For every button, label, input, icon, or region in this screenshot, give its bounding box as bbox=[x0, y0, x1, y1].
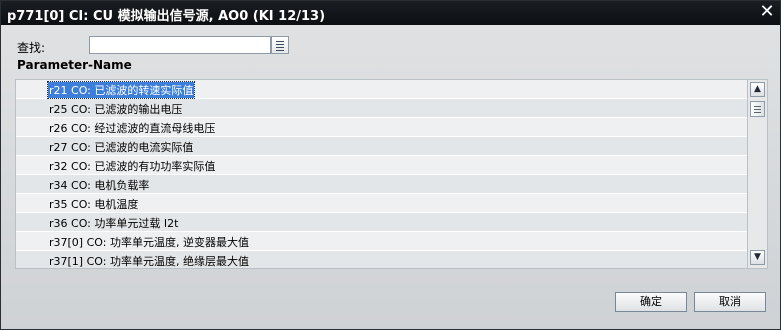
chevron-down-icon[interactable]: ▼ bbox=[750, 250, 765, 265]
list-item-label: r27 CO: 已滤波的电流实际值 bbox=[49, 141, 194, 154]
column-header-parameter-name: Parameter-Name bbox=[17, 58, 132, 72]
vertical-scrollbar[interactable]: ▲ ▼ bbox=[747, 80, 767, 268]
title-bar[interactable]: p771[0] CI: CU 模拟输出信号源, AO0 (KI 12/13) ✕ bbox=[1, 1, 780, 25]
list-item[interactable]: r32 CO: 已滤波的有功功率实际值 bbox=[16, 156, 747, 175]
list-item-label: r37[1] CO: 功率单元温度, 绝缘层最大值 bbox=[49, 255, 249, 268]
list-item-label: r34 CO: 电机负载率 bbox=[49, 179, 150, 192]
list-item-label: r21 CO: 已滤波的转速实际值 bbox=[46, 81, 196, 99]
cancel-button[interactable]: 取消 bbox=[694, 292, 766, 312]
parameter-select-dialog: p771[0] CI: CU 模拟输出信号源, AO0 (KI 12/13) ✕… bbox=[0, 0, 781, 330]
list-icon[interactable] bbox=[271, 36, 289, 54]
list-item[interactable]: r34 CO: 电机负载率 bbox=[16, 175, 747, 194]
list-item[interactable]: r26 CO: 经过滤波的直流母线电压 bbox=[16, 118, 747, 137]
list-item[interactable]: r25 CO: 已滤波的输出电压 bbox=[16, 99, 747, 118]
close-icon[interactable]: ✕ bbox=[758, 2, 776, 22]
list-item-label: r25 CO: 已滤波的输出电压 bbox=[49, 103, 183, 116]
dialog-body: 查找: Parameter-Name r21 CO: 已滤波的转速实际值 r25… bbox=[1, 25, 780, 329]
list-item-label: r26 CO: 经过滤波的直流母线电压 bbox=[49, 122, 216, 135]
scrollbar-thumb[interactable] bbox=[750, 101, 765, 117]
list-item-label: r35 CO: 电机温度 bbox=[49, 198, 139, 211]
ok-button[interactable]: 确定 bbox=[615, 292, 687, 312]
list-item-label: r36 CO: 功率单元过载 I2t bbox=[49, 217, 179, 230]
list-item[interactable]: r35 CO: 电机温度 bbox=[16, 194, 747, 213]
search-label: 查找: bbox=[17, 41, 46, 55]
search-input[interactable] bbox=[89, 36, 271, 54]
list-item[interactable]: r37[1] CO: 功率单元温度, 绝缘层最大值 bbox=[16, 251, 747, 268]
list-item[interactable]: r36 CO: 功率单元过载 I2t bbox=[16, 213, 747, 232]
list-item-label: r37[0] CO: 功率单元温度, 逆变器最大值 bbox=[49, 236, 249, 249]
list-item-label: r32 CO: 已滤波的有功功率实际值 bbox=[49, 160, 216, 173]
list-item[interactable]: r27 CO: 已滤波的电流实际值 bbox=[16, 137, 747, 156]
chevron-up-icon[interactable]: ▲ bbox=[750, 82, 765, 97]
parameter-list: r21 CO: 已滤波的转速实际值 r25 CO: 已滤波的输出电压 r26 C… bbox=[15, 79, 768, 269]
list-item[interactable]: r37[0] CO: 功率单元温度, 逆变器最大值 bbox=[16, 232, 747, 251]
list-item[interactable]: r21 CO: 已滤波的转速实际值 bbox=[16, 80, 747, 99]
dialog-title: p771[0] CI: CU 模拟输出信号源, AO0 (KI 12/13) bbox=[7, 9, 326, 24]
